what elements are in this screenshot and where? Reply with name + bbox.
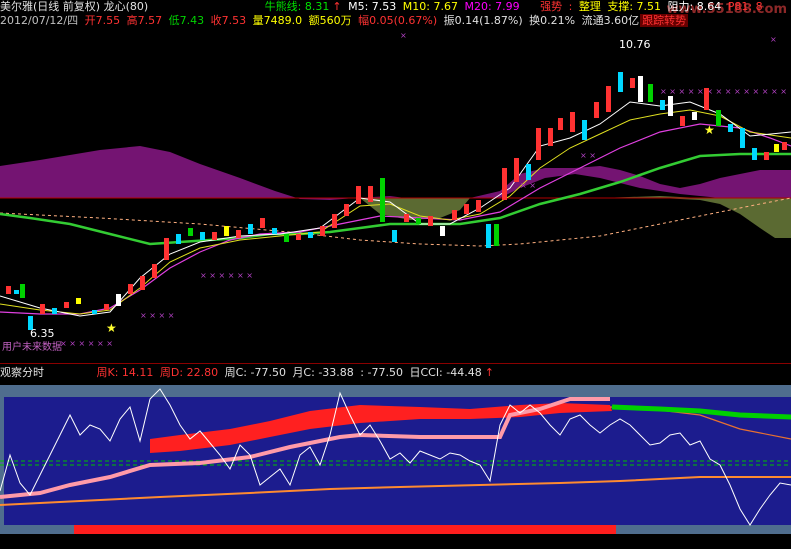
daily-cci: 日CCI: -44.48 xyxy=(409,366,482,379)
svg-text:× × × × × ×: × × × × × × xyxy=(60,339,113,348)
close-value: 收7.53 xyxy=(210,14,247,27)
monthly-c: 月C: -33.88 xyxy=(292,366,354,379)
trend-tag[interactable]: 跟踪转势 xyxy=(640,14,689,27)
strong-label: 强势 xyxy=(540,0,563,13)
m10-value: M10: 7.67 xyxy=(402,0,458,13)
c-value: : -77.50 xyxy=(360,366,403,379)
float-value: 流通3.60亿 xyxy=(581,14,640,27)
sub-panel-name[interactable]: 观察分时 xyxy=(0,366,44,379)
high-value: 高7.57 xyxy=(126,14,163,27)
main-candlestick-chart[interactable]: × × × × × × × × × × × × × × × × × × × × … xyxy=(0,28,791,368)
observation-indicator-panel[interactable] xyxy=(0,385,791,549)
up-arrow-icon: ↑ xyxy=(484,366,494,379)
svg-text:× ×: × × xyxy=(520,181,536,190)
organize-label: 整理 xyxy=(578,0,601,13)
svg-text:× × × ×: × × × × xyxy=(140,311,174,320)
sub-header-row: 观察分时 周K: 14.11 周D: 22.80 周C: -77.50 月C: … xyxy=(0,366,497,380)
volume-value: 量7489.0 xyxy=(252,14,303,27)
svg-text:× × × × × ×: × × × × × × xyxy=(200,271,253,280)
svg-text:× ×: × × xyxy=(580,151,596,160)
weekly-k: 周K: 14.11 xyxy=(96,366,154,379)
weekly-c: 周C: -77.50 xyxy=(224,366,286,379)
weekly-d: 周D: 22.80 xyxy=(159,366,219,379)
info-row: 2012/07/12/四 开7.55 高7.57 低7.43 收7.53 量74… xyxy=(0,14,691,28)
change-value: 幅0.05(0.67%) xyxy=(358,14,438,27)
date-value: 2012/07/12/四 xyxy=(0,14,79,27)
amount-value: 额560万 xyxy=(308,14,352,27)
turnover-value: 换0.21% xyxy=(529,14,576,27)
open-value: 开7.55 xyxy=(84,14,121,27)
svg-text:×: × xyxy=(770,35,777,44)
star-icon: ★ xyxy=(106,321,117,335)
resistance-value: 阻力: 8.64 xyxy=(667,0,722,13)
bull-bear-line: 牛熊线: 8.31 xyxy=(264,0,330,13)
m20-value: M20: 7.99 xyxy=(464,0,520,13)
future-data-label: 用户未来数据 xyxy=(2,340,62,353)
support-value: 支撑: 7.51 xyxy=(607,0,662,13)
high-price-label: 10.76 xyxy=(619,38,651,51)
separator: : xyxy=(568,0,573,13)
header-row: 美尔雅(日线 前复权) 龙心(80) 牛熊线: 8.31 ↑ M5: 7.53 M… xyxy=(0,0,766,14)
star-icon: ★ xyxy=(704,123,715,137)
panel-divider xyxy=(0,363,791,364)
stock-title[interactable]: 美尔雅(日线 前复权) 龙心(80) xyxy=(0,0,148,13)
red-signal-strip xyxy=(74,525,616,534)
svg-text:× × × × × × × × × × × × × ×: × × × × × × × × × × × × × × xyxy=(660,87,787,96)
purple-cloud-area xyxy=(0,146,791,200)
svg-text:×: × xyxy=(400,31,407,40)
low-price-label: 6.35 xyxy=(30,327,55,340)
amplitude-value: 振0.14(1.87%) xyxy=(443,14,523,27)
m5-value: M5: 7.53 xyxy=(348,0,397,13)
low-value: 低7.43 xyxy=(168,14,205,27)
up-arrow-icon: ↑ xyxy=(332,0,342,13)
p81-value: P81: 8 xyxy=(727,0,763,13)
